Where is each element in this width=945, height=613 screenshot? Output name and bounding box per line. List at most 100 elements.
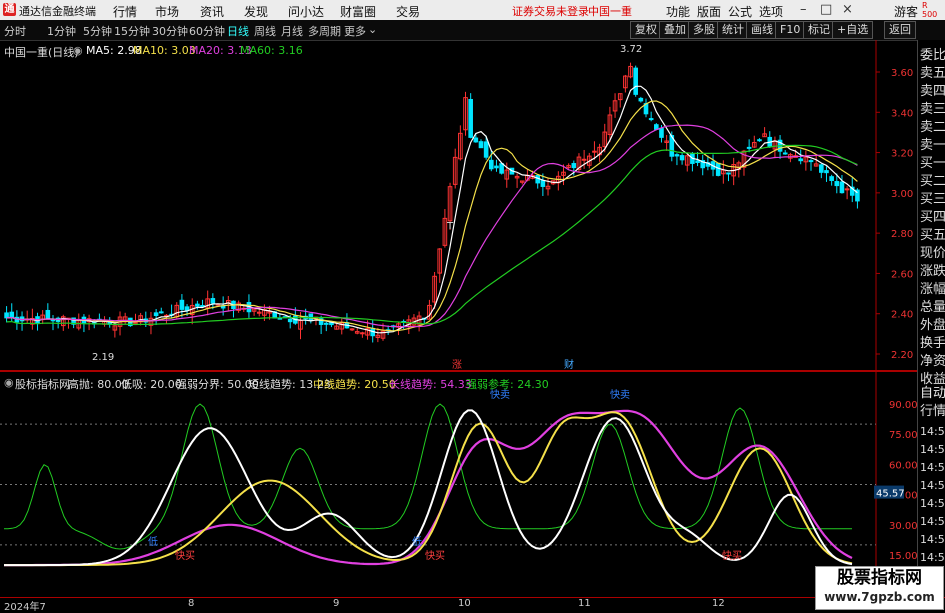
- btn-duogu[interactable]: 多股: [688, 21, 720, 39]
- long-trend-line: [4, 409, 853, 567]
- candle-body: [287, 318, 293, 323]
- candle-body: [834, 181, 840, 187]
- btn-diejia[interactable]: 叠加: [659, 21, 691, 39]
- tick-time: 14:56: [920, 479, 945, 492]
- y-tick-label: 3.20: [891, 149, 913, 160]
- quote-tab[interactable]: 行情: [920, 403, 945, 421]
- candle-body: [50, 319, 56, 322]
- quote-field-label[interactable]: 委比: [920, 47, 945, 65]
- period-monthly[interactable]: 月线: [281, 23, 303, 39]
- candle-body: [715, 162, 721, 176]
- candle-body: [829, 176, 834, 181]
- btn-huaxian[interactable]: 画线: [746, 21, 778, 39]
- candle-body: [468, 98, 473, 138]
- candlestick-chart[interactable]: 3.60 3.40 3.20 3.00 2.80 2.60 2.40 2.20 3.72 2.19…: [0, 40, 917, 370]
- btn-biaoji[interactable]: 标记: [803, 21, 835, 39]
- quote-field-label[interactable]: 卖二: [920, 119, 945, 137]
- candle-body: [638, 97, 644, 102]
- menu-item-caifuquan[interactable]: 财富圈: [340, 3, 376, 20]
- candle-body: [133, 321, 138, 324]
- y-tick-label: 3.60: [891, 68, 913, 79]
- candle-body: [540, 179, 546, 187]
- maximize-icon[interactable]: □: [820, 2, 832, 17]
- quote-field-label[interactable]: 涨幅: [920, 281, 945, 299]
- y-tick-label: 2.20: [891, 350, 913, 361]
- close-icon[interactable]: ×: [842, 2, 853, 17]
- menu-layout[interactable]: 版面: [697, 3, 721, 20]
- btn-tongji[interactable]: 统计: [717, 21, 749, 39]
- quote-field-label[interactable]: 总量: [920, 299, 945, 317]
- period-fenshi[interactable]: 分时: [4, 23, 26, 39]
- menu-item-discover[interactable]: 发现: [244, 3, 268, 20]
- high-price-label: 3.72: [620, 44, 642, 55]
- ma20-line: [6, 124, 858, 328]
- quote-field-label[interactable]: 卖五: [920, 65, 945, 83]
- btn-f10[interactable]: F10: [775, 21, 806, 39]
- menu-options[interactable]: 选项: [759, 3, 783, 20]
- menu-item-wenxiaoda[interactable]: 问小达: [288, 3, 324, 20]
- candle-body: [4, 312, 9, 319]
- btn-fuquan[interactable]: 复权: [630, 21, 662, 39]
- period-15min[interactable]: 15分钟: [114, 23, 150, 39]
- sub-y-tick-label: 15.00: [889, 551, 917, 562]
- tick-time: 14:56: [920, 425, 945, 438]
- quote-field-label[interactable]: 现价: [920, 245, 945, 263]
- period-toolbar: 分时 1分钟 5分钟 15分钟 30分钟 60分钟 日线 周线 月线 多周期 更…: [0, 20, 945, 41]
- title-bar: 通 通达信金融终端 行情 市场 资讯 发现 问小达 财富圈 交易 证券交易未登录…: [0, 0, 945, 20]
- quote-panel: 委比 卖五 卖四 卖三 卖二 卖一 买一 买二 买三 买四 买五 现价 涨跌 涨幅 总量 外盘 换手 净资 收益 自动…: [917, 40, 945, 609]
- quote-field-label[interactable]: 买二: [920, 173, 945, 191]
- menu-item-market[interactable]: 市场: [155, 3, 179, 20]
- candle-body: [195, 303, 200, 307]
- candle-body: [9, 311, 15, 318]
- period-5min[interactable]: 5分钟: [83, 23, 112, 39]
- candle-body: [695, 160, 700, 163]
- period-1min[interactable]: 1分钟: [47, 23, 76, 39]
- candle-body: [782, 152, 788, 155]
- btn-back[interactable]: 返回: [884, 21, 916, 39]
- btn-add-favorite[interactable]: +自选: [832, 21, 874, 39]
- candle-body: [153, 312, 159, 317]
- menu-item-hq[interactable]: 行情: [113, 3, 137, 20]
- signal-low: 低: [412, 535, 422, 548]
- minimize-icon[interactable]: –: [800, 2, 807, 17]
- watermark-title: 股票指标网: [837, 568, 922, 588]
- quote-field-label[interactable]: 卖一: [920, 137, 945, 155]
- y-tick-label: 3.00: [891, 189, 913, 200]
- candle-body: [659, 127, 664, 138]
- candle-body: [839, 181, 845, 194]
- candle-body: [499, 163, 504, 174]
- quote-field-label[interactable]: 净资: [920, 353, 945, 371]
- chevron-down-icon[interactable]: ⌄: [368, 23, 377, 36]
- quote-field-label[interactable]: 买一: [920, 155, 945, 173]
- short-trend-line: [4, 409, 853, 567]
- quote-field-label[interactable]: 卖四: [920, 83, 945, 101]
- quote-field-label[interactable]: 卖三: [920, 101, 945, 119]
- period-daily[interactable]: 日线: [227, 23, 249, 39]
- menu-function[interactable]: 功能: [666, 3, 690, 20]
- quote-field-label[interactable]: 换手: [920, 335, 945, 353]
- quote-field-label[interactable]: 买五: [920, 227, 945, 245]
- ma5-line: [6, 85, 858, 334]
- quote-field-label[interactable]: 外盘: [920, 317, 945, 335]
- guest-label[interactable]: 游客: [894, 3, 918, 20]
- quote-field-label[interactable]: 买三: [920, 191, 945, 209]
- quote-tab[interactable]: 自动: [920, 385, 945, 403]
- period-multi[interactable]: 多周期: [308, 23, 341, 39]
- candle-body: [679, 155, 685, 161]
- period-60min[interactable]: 60分钟: [189, 23, 225, 39]
- candle-body: [184, 306, 190, 311]
- menu-formula[interactable]: 公式: [728, 3, 752, 20]
- period-weekly[interactable]: 周线: [254, 23, 276, 39]
- y-tick-label: 3.40: [891, 108, 913, 119]
- period-30min[interactable]: 30分钟: [152, 23, 188, 39]
- quote-field-label[interactable]: 涨跌: [920, 263, 945, 281]
- menu-item-trade[interactable]: 交易: [396, 3, 420, 20]
- signal-buy: 快买: [722, 550, 742, 562]
- ma10-line: [6, 100, 858, 332]
- candle-body: [494, 165, 499, 169]
- quote-field-label[interactable]: 买四: [920, 209, 945, 227]
- indicator-chart[interactable]: 90.0075.0060.0045.0030.0015.00快买快买快买快卖快卖…: [0, 372, 917, 597]
- date-tick-label: 9: [333, 598, 340, 609]
- period-more[interactable]: 更多: [344, 23, 366, 39]
- menu-item-news[interactable]: 资讯: [200, 3, 224, 20]
